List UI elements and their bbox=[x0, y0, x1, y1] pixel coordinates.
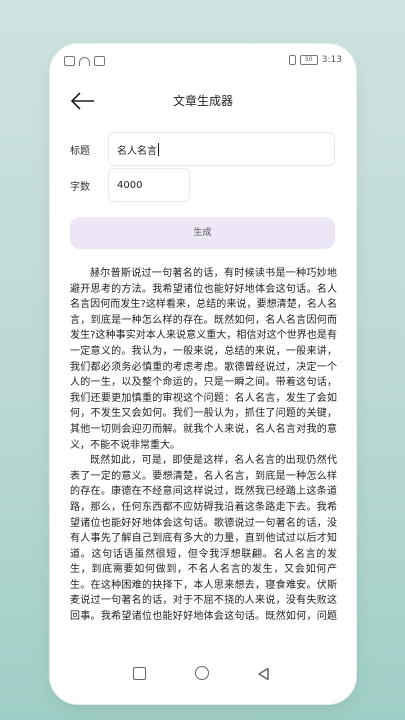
count-input[interactable]: 4000 bbox=[108, 168, 190, 202]
app-header: 文章生成器 bbox=[50, 84, 356, 120]
page-title: 文章生成器 bbox=[172, 94, 233, 108]
phone-frame: 50 3:13 文章生成器 标题 名人名言 字数 4000 生成 赫尔普斯说过一… bbox=[50, 44, 356, 704]
article-content: 赫尔普斯说过一句著名的话，有时候读书是一种巧妙地避开思考的方法。我希望诸位也能好… bbox=[70, 266, 337, 626]
status-bar: 50 3:13 bbox=[50, 44, 356, 72]
recent-apps-button[interactable] bbox=[133, 667, 146, 680]
count-label: 字数 bbox=[70, 181, 90, 193]
triangle-back-icon bbox=[258, 667, 269, 681]
title-label: 标题 bbox=[70, 145, 90, 157]
battery-icon: 50 bbox=[299, 55, 318, 65]
status-right: 50 3:13 bbox=[288, 55, 342, 65]
status-left-icons bbox=[64, 56, 105, 66]
status-time: 3:13 bbox=[321, 55, 342, 65]
article-paragraph: 赫尔普斯说过一句著名的话，有时候读书是一种巧妙地避开思考的方法。我希望诸位也能好… bbox=[70, 268, 337, 451]
sim-icon bbox=[64, 56, 75, 66]
title-row: 标题 名人名言 bbox=[70, 132, 335, 166]
wifi-icon bbox=[79, 56, 90, 66]
text-caret bbox=[158, 142, 159, 156]
system-nav-bar bbox=[50, 644, 356, 704]
count-row: 字数 4000 bbox=[70, 168, 190, 202]
nav-back-button[interactable] bbox=[257, 666, 273, 682]
home-button[interactable] bbox=[195, 666, 209, 680]
count-input-value: 4000 bbox=[117, 179, 143, 191]
generate-button[interactable]: 生成 bbox=[70, 217, 335, 249]
title-input[interactable]: 名人名言 bbox=[108, 132, 335, 166]
bluetooth-icon bbox=[288, 55, 296, 65]
title-input-value: 名人名言 bbox=[117, 145, 157, 157]
notification-icon bbox=[94, 56, 105, 66]
article-paragraph: 既然如此，可是，即使是这样，名人名言的出现仍然代表了一定的意义。要想清楚，名人名… bbox=[70, 455, 337, 623]
